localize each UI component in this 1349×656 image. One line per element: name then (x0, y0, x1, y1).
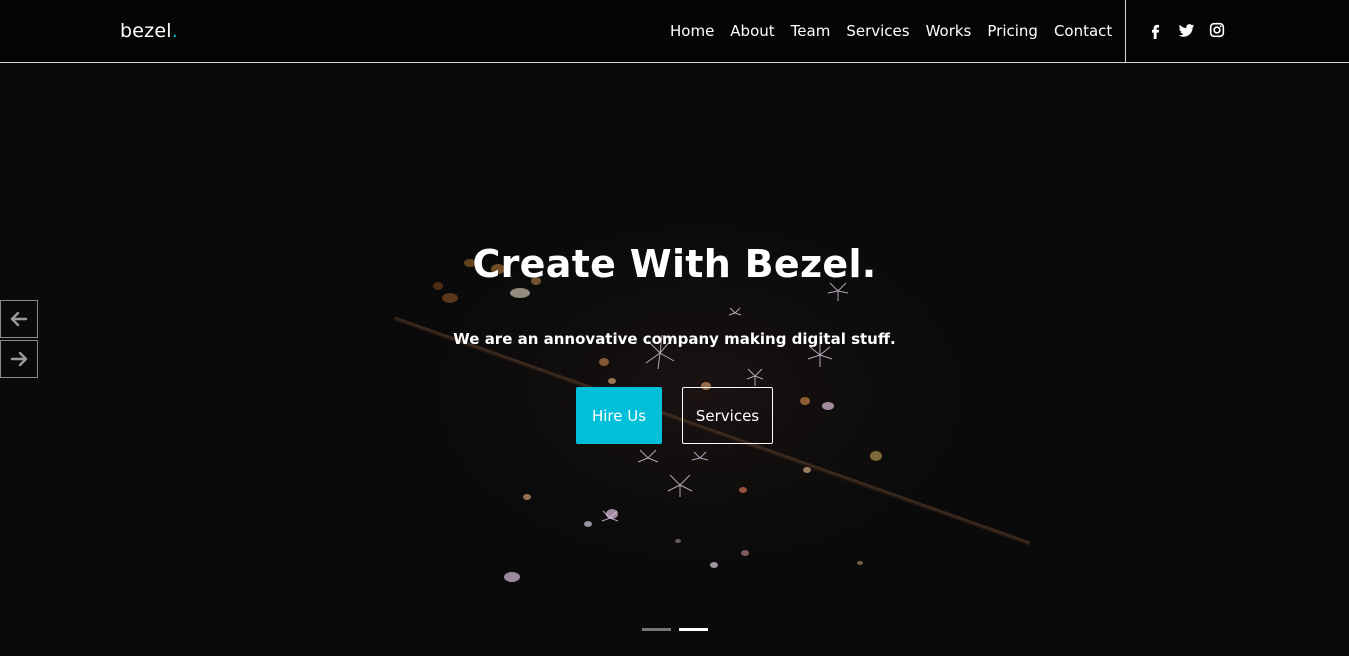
sparkler-background-image (340, 163, 1060, 623)
site-header: bezel. Home About Team Services Works Pr… (0, 0, 1349, 63)
social-links (1147, 22, 1226, 39)
slide-indicators (642, 628, 708, 631)
hero-slider: Create With Bezel. We are an annovative … (0, 63, 1349, 656)
logo[interactable]: bezel. (120, 20, 178, 42)
hero-title: Create With Bezel. (472, 242, 877, 287)
nav-works[interactable]: Works (926, 21, 972, 41)
main-nav: Home About Team Services Works Pricing C… (670, 21, 1112, 41)
hero-subtitle: We are an annovative company making digi… (453, 330, 896, 348)
twitter-icon[interactable] (1178, 22, 1195, 39)
nav-home[interactable]: Home (670, 21, 714, 41)
logo-dot: . (171, 20, 178, 42)
header-divider (1125, 0, 1126, 62)
arrow-right-icon (10, 351, 28, 367)
instagram-icon[interactable] (1209, 22, 1226, 39)
nav-about[interactable]: About (730, 21, 774, 41)
nav-services[interactable]: Services (846, 21, 909, 41)
arrow-left-icon (10, 311, 28, 327)
services-button[interactable]: Services (682, 387, 773, 444)
page: bezel. Home About Team Services Works Pr… (0, 0, 1349, 656)
hire-us-button[interactable]: Hire Us (576, 387, 662, 444)
facebook-icon[interactable] (1147, 22, 1164, 39)
slider-next-button[interactable] (0, 340, 38, 378)
slider-prev-button[interactable] (0, 300, 38, 338)
nav-pricing[interactable]: Pricing (987, 21, 1038, 41)
nav-team[interactable]: Team (791, 21, 831, 41)
slide-indicator-1[interactable] (642, 628, 671, 631)
slide-indicator-2[interactable] (679, 628, 708, 631)
nav-contact[interactable]: Contact (1054, 21, 1112, 41)
logo-text: bezel (120, 20, 172, 42)
